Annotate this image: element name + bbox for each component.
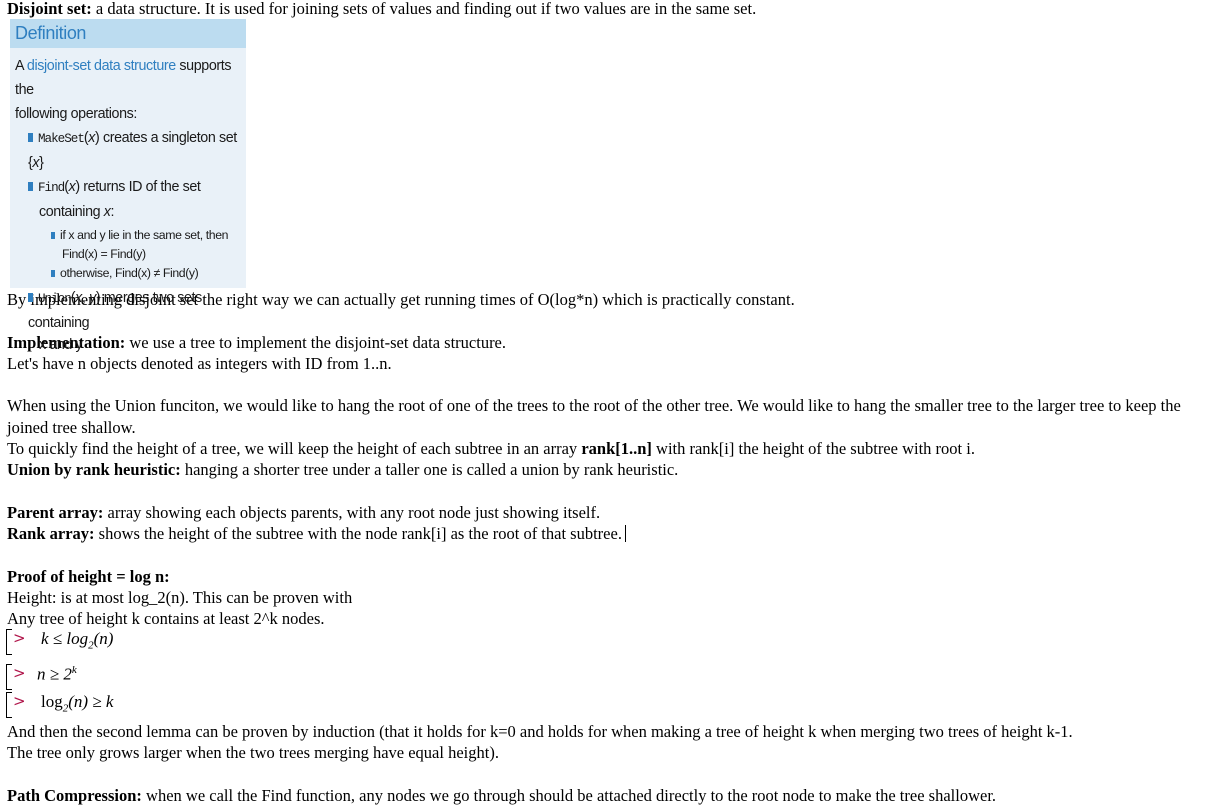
find-item-cont: containing x:: [39, 204, 115, 220]
definition-header: Definition: [10, 19, 246, 48]
prompt-symbol: >: [13, 629, 26, 647]
bullet-icon: [51, 270, 55, 277]
union-item: Union(x, y) merges two sets containing: [28, 290, 202, 331]
path-compression-term: Path Compression:: [7, 785, 142, 805]
prompt-symbol: >: [13, 692, 26, 710]
find-subitem-same-cont: Find(x) = Find(y): [62, 247, 146, 261]
prompt-symbol: >: [13, 664, 26, 682]
find-subitem-same: if x and y lie in the same set, then: [15, 226, 242, 245]
parent-array-term: Parent array:: [7, 502, 104, 522]
rank-text-a: To quickly find the height of a tree, we…: [7, 439, 582, 459]
rank-text-c: with rank[i] the height of the subtree w…: [651, 439, 975, 459]
find-subitem-otherwise: otherwise, Find(x) ≠ Find(y): [15, 264, 242, 283]
intro-text: a data structure. It is used for joining…: [91, 0, 757, 18]
lemma-line-2: The tree only grows larger when the two …: [7, 743, 499, 763]
prompt-bracket: [6, 629, 12, 655]
find-item: Find(x) returns ID of the set: [15, 175, 242, 200]
path-compression-text: when we call the Find function, any node…: [141, 785, 997, 805]
intro-term: Disjoint set:: [7, 0, 92, 18]
proof-line-2: Any tree of height k contains at least 2…: [7, 609, 325, 629]
rank-paragraph: To quickly find the height of a tree, we…: [7, 438, 1223, 459]
proof-heading: Proof of height = log n:: [7, 566, 1223, 587]
bullet-icon: [28, 182, 33, 191]
math-expression-3: log2(n) ≥ k: [41, 692, 114, 715]
rank-array-paragraph: Rank array: shows the height of the subt…: [7, 523, 1223, 544]
parent-array-text: array showing each objects parents, with…: [103, 502, 601, 522]
bullet-icon: [51, 232, 55, 239]
math-expression-1: k ≤ log2(n): [41, 629, 114, 652]
definition-lead: A disjoint-set data structure supports t…: [15, 58, 232, 98]
proof-line-1: Height: is at most log_2(n). This can be…: [7, 588, 353, 608]
prompt-bracket: [6, 692, 12, 718]
math-expression-2: n ≥ 2k: [37, 664, 77, 684]
path-compression-paragraph: Path Compression: when we call the Find …: [7, 785, 1223, 806]
definition-lead-cont: following operations:: [15, 106, 137, 122]
rank-array-term: rank[1..n]: [581, 439, 652, 459]
rank-array-label: Rank array:: [7, 524, 95, 544]
definition-link: disjoint-set data structure: [26, 58, 176, 74]
union-paragraph: When using the Union funciton, we would …: [7, 396, 1181, 437]
makeset-item: MakeSet(x) creates a singleton set {x}: [28, 130, 237, 171]
intro-paragraph: Disjoint set: a data structure. It is us…: [7, 0, 756, 19]
heuristic-paragraph: Union by rank heuristic: hanging a short…: [7, 459, 1223, 480]
heuristic-text: hanging a shorter tree under a taller on…: [180, 460, 679, 480]
text-cursor: [624, 525, 626, 543]
union-item-cont: x and y: [39, 337, 83, 353]
heuristic-term: Union by rank heuristic:: [7, 460, 181, 480]
definition-box: Definition A disjoint-set data structure…: [10, 19, 246, 353]
rank-array-text: shows the height of the subtree with the…: [94, 524, 622, 544]
proof-term: Proof of height = log n:: [7, 566, 170, 586]
bullet-icon: [28, 293, 33, 302]
bullet-icon: [28, 133, 33, 142]
lemma-line-1: And then the second lemma can be proven …: [7, 722, 1073, 741]
parent-array-paragraph: Parent array: array showing each objects…: [7, 502, 1223, 523]
prompt-bracket: [6, 664, 12, 690]
